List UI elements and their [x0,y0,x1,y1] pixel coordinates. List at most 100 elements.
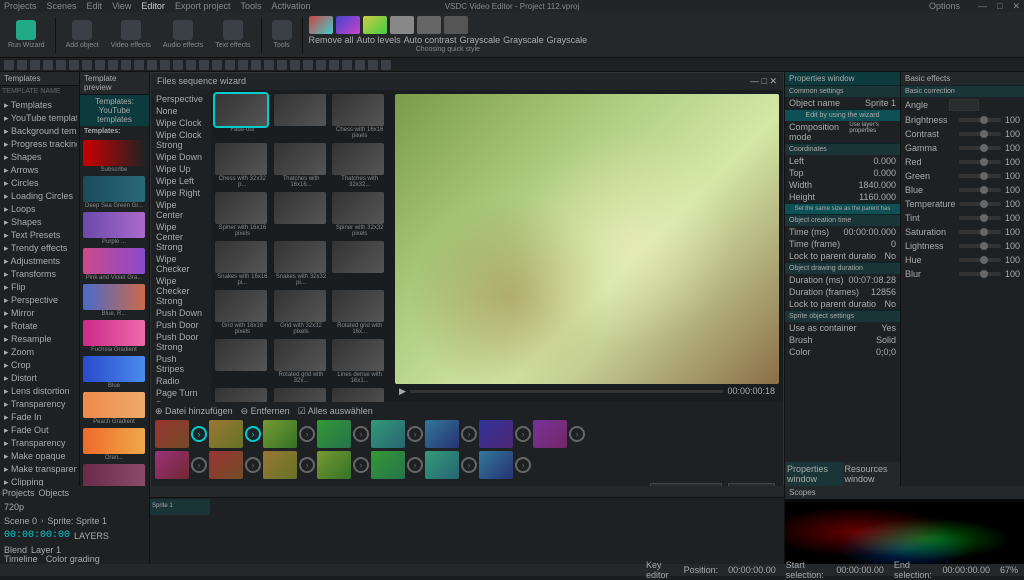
transition-item[interactable]: Wipe Clock [154,117,208,129]
effect-slider[interactable] [959,132,1001,136]
transitions-list[interactable]: PerspectiveNoneWipe ClockWipe Clock Stro… [151,90,211,402]
tool-icon[interactable] [355,60,365,70]
timeline-ruler[interactable] [150,486,784,498]
tree-item[interactable]: ▸ Loops [2,203,77,216]
tool-icon[interactable] [238,60,248,70]
effect-slider[interactable] [959,230,1001,234]
strip-clip[interactable] [371,420,405,448]
transition-thumb[interactable] [332,241,387,286]
tree-item[interactable]: ▸ Crop [2,359,77,372]
tool-icon[interactable] [368,60,378,70]
select-all-button[interactable]: ☑ Alles auswählen [298,406,373,417]
tool-icon[interactable] [225,60,235,70]
prop-value[interactable]: 0 [891,239,896,249]
maximize-icon[interactable]: □ [997,1,1002,11]
tool-icon[interactable] [56,60,66,70]
template-item[interactable]: Oran... [83,428,145,461]
template-item[interactable]: Deep Sea Green Gr... [83,176,145,209]
wizard-minimize-icon[interactable]: — [750,76,759,86]
transition-arrow-icon[interactable]: › [353,426,369,442]
transition-item[interactable]: Push Door Strong [154,331,208,353]
tool-icon[interactable] [30,60,40,70]
transition-thumb[interactable]: Spiner with 32x32 pixels [332,192,387,237]
remove-button[interactable]: ⊖ Entfernen [241,406,290,417]
transition-item[interactable]: Wipe Up [154,163,208,175]
sprite-crumb[interactable]: Sprite: Sprite 1 [47,516,107,526]
effect-value[interactable]: 100 [1005,227,1020,237]
style-auto-levels[interactable] [336,16,360,34]
tree-item[interactable]: ▸ Clipping [2,476,77,486]
prop-value[interactable]: Solid [876,335,896,345]
options-link[interactable]: Options [929,1,960,11]
strip-clip[interactable] [425,420,459,448]
resources-tab[interactable]: Resources window [843,462,901,486]
tree-item[interactable]: ▸ Background templates [2,125,77,138]
tree-item[interactable]: ▸ Circles [2,177,77,190]
close-icon[interactable]: ✕ [1012,1,1020,12]
effect-slider[interactable] [959,244,1001,248]
transition-arrow-icon[interactable]: › [515,457,531,473]
transition-arrow-icon[interactable]: › [191,457,207,473]
transition-item[interactable]: Wipe Right [154,187,208,199]
tool-icon[interactable] [134,60,144,70]
strip-clip[interactable] [263,451,297,479]
tree-item[interactable]: ▸ Make transparent [2,463,77,476]
prop-value[interactable]: Sprite 1 [865,98,896,108]
layers-tab[interactable]: LAYERS [74,531,109,541]
style-grayscale-1[interactable] [390,16,414,34]
timeline-track[interactable] [150,516,784,534]
menu-scenes[interactable]: Scenes [47,1,77,11]
strip-clip[interactable] [425,451,459,479]
transition-thumb[interactable]: Thatches with 16x16... [274,143,329,188]
menu-edit[interactable]: Edit [87,1,103,11]
transition-arrow-icon[interactable]: › [299,426,315,442]
transition-thumb[interactable]: Chess with 16x16 pixels [332,94,387,139]
effect-slider[interactable] [959,118,1001,122]
resolution[interactable]: 720p [4,502,24,512]
tool-icon[interactable] [82,60,92,70]
prop-value[interactable]: 1840.000 [858,180,896,190]
template-item[interactable]: Fuchsia Gradient [83,320,145,353]
run-wizard-button[interactable]: Run Wizard [4,18,49,51]
effect-value[interactable]: 100 [1005,255,1020,265]
angle-input[interactable] [949,99,979,111]
template-item[interactable]: Pink and Violet Gra... [83,248,145,281]
transition-item[interactable]: Push Stripes [154,353,208,375]
strip-clip[interactable] [209,420,243,448]
transition-arrow-icon[interactable]: › [461,426,477,442]
add-object-button[interactable]: Add object [62,18,103,51]
prop-value[interactable]: 1160.000 [859,192,896,202]
transition-thumb[interactable]: Snakes with 16x16 pi... [215,241,270,286]
effect-slider[interactable] [959,188,1001,192]
tool-icon[interactable] [108,60,118,70]
tree-item[interactable]: ▸ Shapes [2,216,77,229]
tree-item[interactable]: ▸ YouTube templates [2,112,77,125]
wizard-close-icon[interactable]: ✕ [769,76,777,86]
transition-thumb[interactable]: Snakes with 32x32 pi... [274,241,329,286]
tool-icon[interactable] [17,60,27,70]
strip-clip[interactable] [533,420,567,448]
effect-value[interactable]: 100 [1005,213,1020,223]
strip-clip[interactable] [155,451,189,479]
prop-value[interactable]: 0.000 [873,168,896,178]
prop-value[interactable]: 0;0;0 [876,347,896,357]
strip-clip[interactable] [155,420,189,448]
transition-item[interactable]: Page Turn [154,387,208,399]
tree-item[interactable]: ▸ Trendy effects [2,242,77,255]
tool-icon[interactable] [199,60,209,70]
timeline-track[interactable]: Sprite 1 [150,498,784,516]
effect-value[interactable]: 100 [1005,143,1020,153]
template-item[interactable]: Purple ... [83,212,145,245]
strip-clip[interactable] [263,420,297,448]
effect-value[interactable]: 100 [1005,199,1020,209]
effect-slider[interactable] [959,216,1001,220]
tree-item[interactable]: ▸ Text Presets [2,229,77,242]
prop-value[interactable]: Yes [881,323,896,333]
transition-item[interactable]: None [154,105,208,117]
add-files-button[interactable]: ⊕ Datei hinzufügen [155,406,233,417]
tree-item[interactable]: ▸ Rotate [2,320,77,333]
style-remove-all[interactable] [309,16,333,34]
color-grading-tab[interactable]: Color grading [46,554,100,564]
tool-icon[interactable] [290,60,300,70]
transition-item[interactable]: Perspective [154,93,208,105]
